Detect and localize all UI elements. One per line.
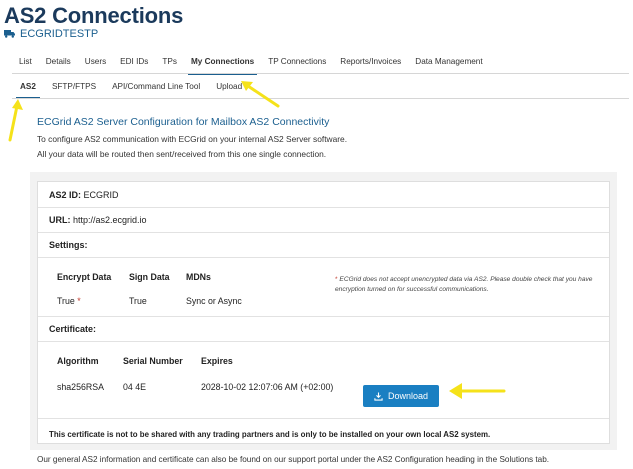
encrypt-data-text: True [57, 296, 75, 306]
intro-line-2: All your data will be routed then sent/r… [37, 149, 327, 159]
account-label: ECGRIDTESTP [4, 28, 98, 40]
intro-line-1: To configure AS2 communication with ECGr… [37, 134, 348, 144]
url-value: http://as2.ecgrid.io [73, 215, 147, 225]
download-button[interactable]: Download [363, 385, 439, 407]
truck-icon [4, 30, 15, 38]
arrow-icon [241, 81, 280, 108]
as2-id-row: AS2 ID: ECGRID [49, 190, 119, 200]
arrow-icon [8, 99, 23, 142]
footer-note: Our general AS2 information and certific… [37, 455, 550, 464]
expires-value: 2028-10-02 12:07:06 AM (+02:00) [201, 382, 334, 392]
encrypt-data-value: True * [57, 296, 81, 306]
page-title: AS2 Connections [4, 3, 184, 28]
required-mark: * [77, 296, 81, 306]
tab-list[interactable]: List [12, 55, 39, 73]
tab-reports-invoices[interactable]: Reports/Invoices [333, 55, 408, 73]
sub-tabs-divider [12, 98, 629, 99]
tab-tps[interactable]: TPs [155, 55, 184, 73]
divider [38, 341, 609, 342]
account-name: ECGRIDTESTP [20, 28, 99, 40]
url-row: URL: http://as2.ecgrid.io [49, 215, 147, 225]
as2-id-value: ECGRID [83, 190, 119, 200]
section-heading: ECGrid AS2 Server Configuration for Mail… [37, 116, 330, 128]
sub-tabs: AS2 SFTP/FTPS API/Command Line Tool Uplo… [12, 80, 250, 99]
divider [38, 418, 609, 419]
tab-sftp-ftps[interactable]: SFTP/FTPS [44, 80, 104, 96]
config-panel: AS2 ID: ECGRID URL: http://as2.ecgrid.io… [30, 172, 617, 450]
note-mark: * [335, 276, 338, 283]
tab-as2[interactable]: AS2 [12, 80, 44, 99]
download-icon [374, 391, 383, 401]
tab-tp-connections[interactable]: TP Connections [261, 55, 333, 73]
certificate-warning: This certificate is not to be shared wit… [49, 430, 491, 439]
sign-data-header: Sign Data [129, 272, 170, 282]
as2-id-label: AS2 ID: [49, 190, 82, 200]
main-tabs: List Details Users EDI IDs TPs My Connec… [12, 55, 633, 75]
serial-number-value: 04 4E [123, 382, 146, 392]
arrow-icon [449, 383, 506, 399]
divider [38, 207, 609, 208]
algorithm-value: sha256RSA [57, 382, 104, 392]
divider [38, 232, 609, 233]
tab-edi-ids[interactable]: EDI IDs [113, 55, 155, 73]
encryption-note: * ECGrid does not accept unencrypted dat… [335, 275, 605, 295]
certificate-heading: Certificate: [49, 324, 97, 334]
mdns-header: MDNs [186, 272, 211, 282]
tab-details[interactable]: Details [39, 55, 78, 73]
config-card: AS2 ID: ECGRID URL: http://as2.ecgrid.io… [37, 181, 610, 444]
divider [38, 257, 609, 258]
tab-users[interactable]: Users [78, 55, 113, 73]
sign-data-value: True [129, 296, 147, 306]
tab-api-command-line[interactable]: API/Command Line Tool [104, 80, 208, 96]
main-tabs-divider [12, 73, 629, 74]
serial-number-header: Serial Number [123, 356, 183, 366]
settings-heading: Settings: [49, 240, 88, 250]
tab-data-management[interactable]: Data Management [408, 55, 489, 73]
note-text: ECGrid does not accept unencrypted data … [335, 276, 593, 293]
tab-my-connections[interactable]: My Connections [184, 55, 261, 75]
algorithm-header: Algorithm [57, 356, 99, 366]
encrypt-data-header: Encrypt Data [57, 272, 112, 282]
expires-header: Expires [201, 356, 233, 366]
download-label: Download [387, 391, 429, 401]
mdns-value: Sync or Async [186, 296, 242, 306]
divider [38, 316, 609, 317]
url-label: URL: [49, 215, 71, 225]
